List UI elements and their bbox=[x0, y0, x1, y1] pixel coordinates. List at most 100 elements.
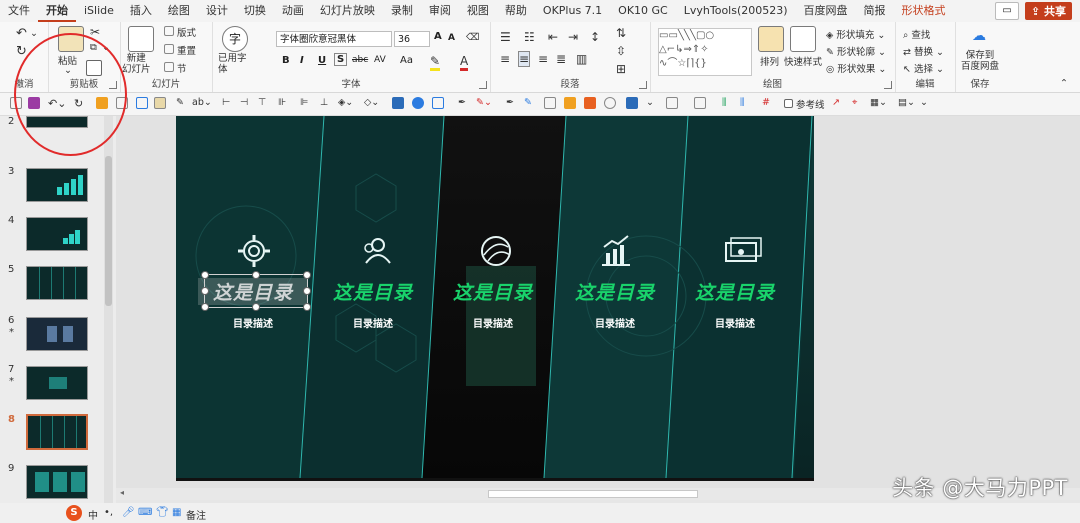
ime-punct-icon[interactable]: •, bbox=[104, 507, 113, 518]
panel-5[interactable]: 这是目录 目录描述 bbox=[680, 278, 790, 330]
numbering-icon[interactable]: ☷ bbox=[524, 30, 535, 44]
qa-align-bottom-icon[interactable]: ⊥ bbox=[320, 97, 328, 108]
resize-handle-tl[interactable] bbox=[201, 271, 209, 279]
align-left-icon[interactable]: ≡ bbox=[500, 52, 510, 66]
qa-grid-icon[interactable]: # bbox=[762, 97, 770, 108]
qa-group-icon[interactable] bbox=[564, 97, 576, 109]
qa-shapes-icon[interactable]: ◇⌄ bbox=[364, 97, 379, 108]
tab-ok10[interactable]: OK10 GC bbox=[610, 0, 676, 22]
thumb-slide-3[interactable] bbox=[26, 168, 88, 202]
italic-button[interactable]: I bbox=[300, 55, 304, 66]
panel-1-desc[interactable]: 目录描述 bbox=[198, 315, 308, 330]
quick-styles-button[interactable]: 快速样式 bbox=[784, 54, 822, 68]
bullets-icon[interactable]: ☰ bbox=[500, 30, 511, 44]
qa-align-center-icon[interactable]: ⊣ bbox=[240, 97, 248, 108]
qa-align-left-icon[interactable]: ⊢ bbox=[222, 97, 230, 108]
qa-green-bars-icon[interactable]: ⫼ bbox=[722, 97, 726, 108]
highlight-icon[interactable]: ✎ bbox=[430, 54, 441, 71]
section-button[interactable]: 节 bbox=[177, 61, 187, 75]
align-right-icon[interactable]: ≡ bbox=[538, 52, 548, 66]
scroll-left-icon[interactable]: ◂ bbox=[120, 488, 124, 497]
slide-8[interactable]: 这是目录 目录描述 这是目录 目录描述 这是目录 目录描述 这是目录 目录描述 … bbox=[176, 116, 814, 478]
qa-blue-bars-icon[interactable]: ⫼ bbox=[740, 97, 744, 108]
shapes-gallery[interactable]: ▭▭╲╲╲▢○ △⌐↳⇒⇑✧ ∿⌒☆⌈⌉{} bbox=[658, 28, 752, 76]
qa-brush-icon[interactable]: ✎ bbox=[524, 97, 532, 108]
shadow-button[interactable]: S bbox=[334, 53, 348, 66]
thumb-slide-5[interactable] bbox=[26, 266, 88, 300]
skin-icon[interactable]: 👕︎ bbox=[156, 507, 169, 518]
font-size-dropdown[interactable]: 36 bbox=[394, 31, 430, 47]
tab-slideshow[interactable]: 幻灯片放映 bbox=[312, 0, 383, 22]
tab-transitions[interactable]: 切换 bbox=[236, 0, 274, 22]
replace-button[interactable]: ⇄ 替换 ⌄ bbox=[903, 44, 944, 58]
tab-okplus[interactable]: OKPlus 7.1 bbox=[535, 0, 610, 22]
comments-icon[interactable]: ▭ bbox=[994, 2, 1019, 20]
align-center-icon[interactable]: ≡ bbox=[518, 51, 531, 67]
tab-help[interactable]: 帮助 bbox=[497, 0, 535, 22]
resize-handle-t[interactable] bbox=[252, 271, 260, 279]
thumb-slide-9[interactable] bbox=[26, 465, 88, 499]
qa-fill-icon[interactable]: ◈⌄ bbox=[338, 97, 353, 108]
qa-more-icon[interactable]: ⌄ bbox=[646, 97, 654, 108]
qa-outline-icon[interactable] bbox=[432, 97, 444, 109]
panel-3-title[interactable]: 这是目录 bbox=[438, 278, 548, 305]
panel-3[interactable]: 这是目录 目录描述 bbox=[438, 278, 548, 330]
qa-copy-icon[interactable] bbox=[544, 97, 556, 109]
tab-shape-format[interactable]: 形状格式 bbox=[894, 0, 954, 22]
qa-table2-icon[interactable]: ▦⌄ bbox=[870, 97, 887, 108]
canvas-hscrollbar-thumb[interactable] bbox=[488, 490, 698, 498]
reference-line-checkbox[interactable] bbox=[784, 99, 793, 108]
shape-rectangle-icon[interactable]: ▭▭╲╲╲▢○ bbox=[659, 30, 714, 41]
qa-distribute-icon[interactable]: ⊪ bbox=[278, 97, 286, 108]
tab-islide[interactable]: iSlide bbox=[76, 0, 122, 22]
tab-record[interactable]: 录制 bbox=[383, 0, 421, 22]
shape-freeform-icon[interactable]: ∿⌒☆⌈⌉{} bbox=[659, 58, 707, 69]
columns-icon[interactable]: ▥ bbox=[576, 52, 587, 66]
qa-merge-icon[interactable] bbox=[604, 97, 616, 109]
share-button[interactable]: ⇪ 共享 bbox=[1024, 2, 1072, 20]
case-button[interactable]: Aa bbox=[400, 55, 413, 66]
thumbnails-scrollbar-thumb[interactable] bbox=[105, 156, 112, 306]
layout-button[interactable]: 版式 bbox=[177, 25, 196, 39]
arrange-icon[interactable] bbox=[758, 26, 784, 52]
line-spacing-icon[interactable]: ↕ bbox=[590, 30, 600, 44]
baidu-cloud-icon[interactable]: ☁ bbox=[972, 28, 986, 44]
panel-5-title[interactable]: 这是目录 bbox=[680, 278, 790, 305]
tab-home[interactable]: 开始 bbox=[38, 0, 76, 22]
underline-button[interactable]: U bbox=[318, 55, 326, 66]
ime-chinese-mode[interactable]: 中 bbox=[88, 507, 98, 522]
qa-pen-icon[interactable]: ✎ bbox=[176, 97, 184, 108]
smartart-icon[interactable]: ⊞ bbox=[616, 62, 626, 76]
tab-animations[interactable]: 动画 bbox=[274, 0, 312, 22]
save-to-baidu-button[interactable]: 保存到 百度网盘 bbox=[961, 50, 999, 72]
collapse-ribbon-icon[interactable]: ⌃ bbox=[1060, 78, 1068, 89]
clear-format-icon[interactable]: ⌫ bbox=[466, 32, 479, 43]
tab-review[interactable]: 审阅 bbox=[421, 0, 459, 22]
panel-4[interactable]: 这是目录 目录描述 bbox=[560, 278, 670, 330]
tab-design[interactable]: 设计 bbox=[198, 0, 236, 22]
qa-picker-icon[interactable]: ✒ bbox=[506, 97, 514, 108]
align-text-icon[interactable]: ⇳ bbox=[616, 44, 626, 58]
tab-file[interactable]: 文件 bbox=[0, 0, 38, 22]
justify-icon[interactable]: ≣ bbox=[556, 52, 566, 66]
qa-ungroup-icon[interactable] bbox=[584, 97, 596, 109]
thumb-slide-8[interactable] bbox=[26, 414, 88, 450]
thumb-slide-4[interactable] bbox=[26, 217, 88, 251]
shape-triangle-icon[interactable]: △⌐↳⇒⇑✧ bbox=[659, 44, 709, 55]
font-launcher-icon[interactable] bbox=[479, 81, 487, 89]
text-direction-icon[interactable]: ⇅ bbox=[616, 26, 626, 40]
paragraph-launcher-icon[interactable] bbox=[639, 81, 647, 89]
arrange-button[interactable]: 排列 bbox=[760, 54, 779, 68]
mic-icon[interactable]: 🎤︎ bbox=[122, 507, 135, 518]
resize-handle-br[interactable] bbox=[303, 303, 311, 311]
resize-handle-r[interactable] bbox=[303, 287, 311, 295]
qa-crop-icon[interactable] bbox=[666, 97, 678, 109]
spacing-button[interactable]: AV bbox=[374, 55, 386, 65]
quick-styles-icon[interactable] bbox=[790, 26, 816, 52]
tab-insert[interactable]: 插入 bbox=[122, 0, 160, 22]
bold-button[interactable]: B bbox=[282, 55, 290, 66]
find-button[interactable]: ⌕ 查找 bbox=[903, 27, 930, 41]
qa-rectangle-icon[interactable] bbox=[392, 97, 404, 109]
used-fonts-button[interactable]: 已用字 体 bbox=[218, 53, 247, 75]
shape-fill-button[interactable]: ◈ 形状填充 ⌄ bbox=[826, 27, 885, 41]
